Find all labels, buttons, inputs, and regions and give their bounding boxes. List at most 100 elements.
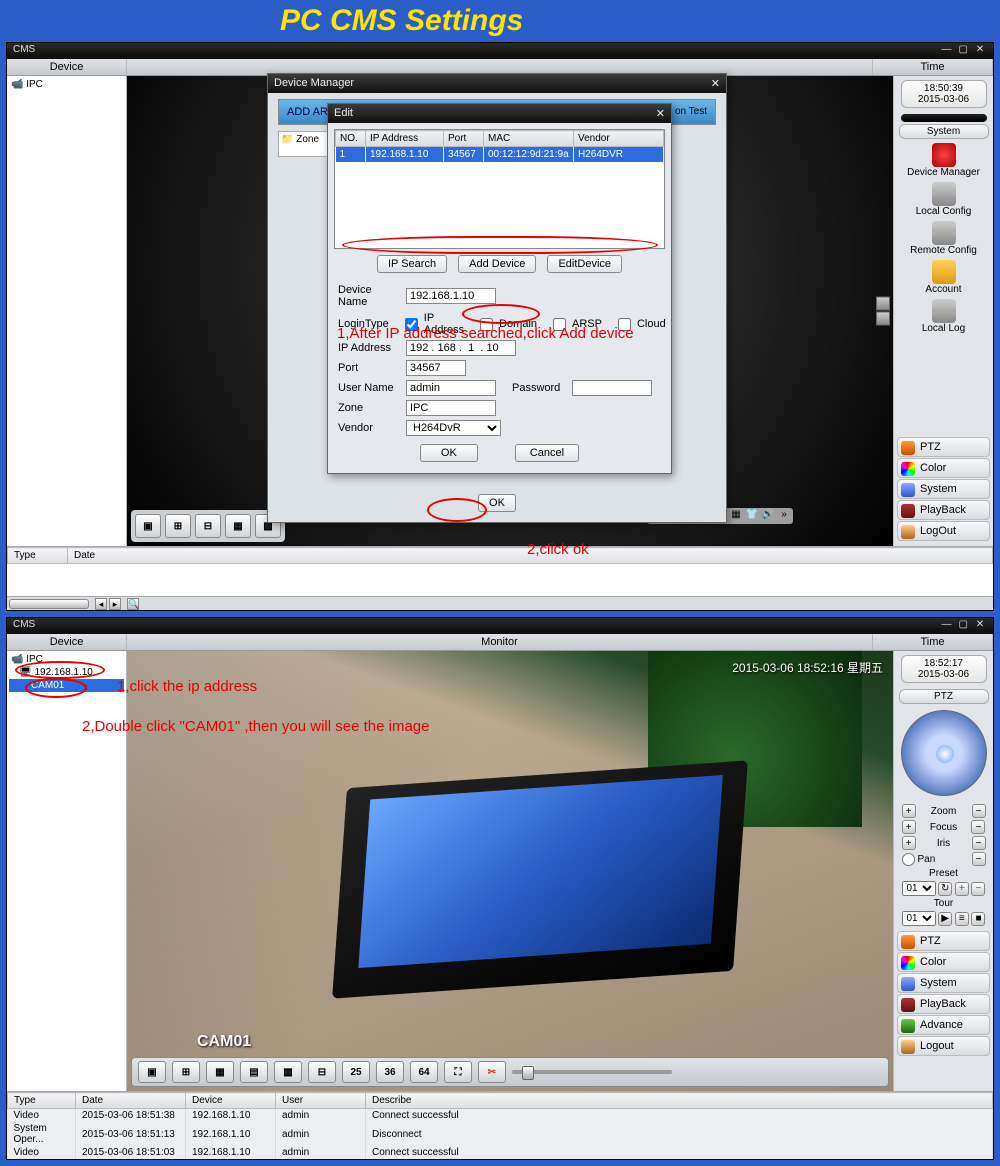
pan-button[interactable]: − — [972, 852, 986, 866]
sidemenu2-system[interactable]: System — [897, 973, 990, 993]
scroll-right-icon[interactable]: ▸ — [109, 598, 121, 610]
ptz-header: PTZ — [899, 689, 989, 704]
clock-2: 18:52:17 2015-03-06 — [901, 655, 987, 683]
local-log-button[interactable]: Local Log — [904, 297, 984, 334]
anno-circle-adddevice — [462, 304, 540, 324]
vendor-label: Vendor — [338, 422, 400, 434]
grid-icon[interactable]: ▦ — [729, 509, 743, 523]
close-icon-2[interactable]: ✕ — [973, 619, 987, 630]
maximize-icon-2[interactable]: ▢ — [956, 619, 970, 630]
tb-layout6-icon[interactable]: ▦ — [206, 1061, 234, 1083]
search-icon[interactable]: 🔍 — [127, 598, 139, 610]
sidemenu-playback[interactable]: PlayBack — [897, 500, 990, 520]
log2-col-device: Device — [186, 1093, 276, 1109]
sidemenu-logout[interactable]: LogOut — [897, 521, 990, 541]
cancel-button[interactable]: Cancel — [515, 444, 579, 462]
preset-del-button[interactable]: − — [971, 882, 985, 896]
tb-layout1-icon[interactable]: ▣ — [138, 1061, 166, 1083]
scrollbar-thumb[interactable] — [9, 599, 89, 609]
tb-disconnect-icon[interactable]: ✂ — [478, 1061, 506, 1083]
tb-25-button[interactable]: 25 — [342, 1061, 370, 1083]
layout-4-icon[interactable]: ⊞ — [165, 514, 191, 538]
zoom-out-button[interactable]: − — [972, 804, 986, 818]
preset-select[interactable]: 01 — [902, 881, 936, 896]
sidemenu2-logout[interactable]: Logout — [897, 1036, 990, 1056]
clock-date: 2015-03-06 — [902, 94, 986, 105]
password-input[interactable] — [572, 380, 652, 396]
right-panel: 18:50:39 2015-03-06 System Device Manage… — [893, 76, 993, 546]
vendor-select[interactable]: H264DvR — [406, 420, 501, 436]
sidemenu-ptz[interactable]: PTZ — [897, 437, 990, 457]
sidemenu2-playback[interactable]: PlayBack — [897, 994, 990, 1014]
edit-close-icon[interactable]: ✕ — [656, 107, 665, 120]
sidemenu2-color[interactable]: Color — [897, 952, 990, 972]
zone-input[interactable] — [406, 400, 496, 416]
iris-open-button[interactable]: + — [902, 836, 916, 850]
anno2-circle-ip — [15, 661, 105, 679]
zoom-in-button[interactable]: + — [902, 804, 916, 818]
maximize-icon[interactable]: ▢ — [956, 44, 970, 55]
remote-config-button[interactable]: Remote Config — [904, 219, 984, 256]
tb-64-button[interactable]: 64 — [410, 1061, 438, 1083]
device-manager-button[interactable]: Device Manager — [904, 141, 984, 178]
scroll-left-icon[interactable]: ◂ — [95, 598, 107, 610]
tb-fullscreen-icon[interactable]: ⛶ — [444, 1061, 472, 1083]
sidemenu-system[interactable]: System — [897, 479, 990, 499]
preset-go-icon[interactable]: ↻ — [938, 882, 952, 896]
more-icon[interactable]: » — [777, 509, 791, 523]
device-tree-2[interactable]: 📹 IPC 🖥 192.168.1.10 CAM01 — [7, 651, 127, 1091]
ip-search-button[interactable]: IP Search — [377, 255, 447, 273]
tour-select[interactable]: 01 — [902, 911, 936, 926]
local-config-button[interactable]: Local Config — [904, 180, 984, 217]
ptz-center-icon[interactable] — [936, 745, 954, 763]
tour-stop-icon[interactable]: ■ — [971, 912, 985, 926]
sidemenu-color[interactable]: Color — [897, 458, 990, 478]
device-tree[interactable]: 📹 IPC — [7, 76, 127, 546]
layout-9-icon[interactable]: ⊟ — [195, 514, 221, 538]
cell-vendor: H264DVR — [574, 147, 664, 163]
tb-layout9-icon[interactable]: ▩ — [274, 1061, 302, 1083]
iris-close-button[interactable]: − — [972, 836, 986, 850]
search-results-table[interactable]: NO. IP Address Port MAC Vendor 1 192.168… — [334, 129, 665, 249]
volume-slider[interactable] — [512, 1070, 672, 1074]
tree-root[interactable]: 📹 IPC — [9, 78, 124, 91]
tb-layout4-icon[interactable]: ⊞ — [172, 1061, 200, 1083]
nav-down-icon[interactable] — [876, 312, 890, 326]
tb-36-button[interactable]: 36 — [376, 1061, 404, 1083]
system-section-header: System — [899, 124, 989, 139]
tb-layout8-icon[interactable]: ▤ — [240, 1061, 268, 1083]
focus-in-button[interactable]: + — [902, 820, 916, 834]
minimize-icon-2[interactable]: — — [939, 619, 953, 630]
tb-layout16-icon[interactable]: ⊟ — [308, 1061, 336, 1083]
close-icon[interactable]: ✕ — [973, 44, 987, 55]
scrollbar[interactable]: ◂ ▸ 🔍 — [7, 596, 993, 610]
log-icon — [932, 299, 956, 323]
live-view[interactable]: 2015-03-06 18:52:16 星期五 CAM01 ▣ ⊞ ▦ ▤ ▩ … — [127, 651, 893, 1091]
pan-radio[interactable] — [902, 853, 915, 866]
layout-16-icon[interactable]: ▦ — [225, 514, 251, 538]
sidemenu2-advance[interactable]: Advance — [897, 1015, 990, 1035]
add-device-button[interactable]: Add Device — [458, 255, 536, 273]
shirt-icon[interactable]: 👕 — [745, 509, 759, 523]
minimize-icon[interactable]: — — [939, 44, 953, 55]
ipaddr-input[interactable] — [406, 340, 516, 356]
ptz-direction-pad[interactable] — [901, 710, 987, 796]
volume-icon[interactable]: 🔊 — [761, 509, 775, 523]
devmgr-close-icon[interactable]: ✕ — [711, 77, 720, 90]
sidemenu2-ptz[interactable]: PTZ — [897, 931, 990, 951]
event-log: Type Date — [7, 546, 993, 596]
tour-play-icon[interactable]: ▶ — [938, 912, 952, 926]
edit-device-button[interactable]: EditDevice — [547, 255, 622, 273]
account-button[interactable]: Account — [904, 258, 984, 295]
ok-button[interactable]: OK — [420, 444, 478, 462]
username-input[interactable] — [406, 380, 496, 396]
preset-add-button[interactable]: + — [955, 882, 969, 896]
tour-list-icon[interactable]: ≡ — [955, 912, 969, 926]
layout-1-icon[interactable]: ▣ — [135, 514, 161, 538]
devname-input[interactable] — [406, 288, 496, 304]
focus-out-button[interactable]: − — [971, 820, 985, 834]
nav-up-icon[interactable] — [876, 297, 890, 311]
result-row-selected[interactable]: 1 192.168.1.10 34567 00:12:12:9d:21:9a H… — [336, 147, 664, 163]
port-input[interactable] — [406, 360, 466, 376]
side-menu: PTZ Color System PlayBack LogOut — [896, 436, 991, 542]
